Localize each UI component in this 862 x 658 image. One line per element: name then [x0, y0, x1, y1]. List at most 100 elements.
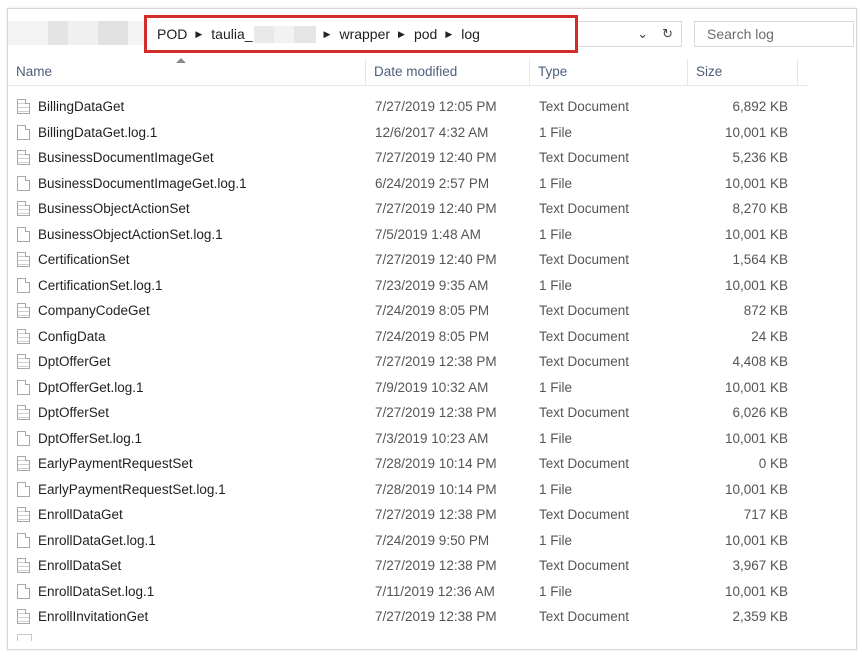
file-row[interactable]: BusinessDocumentImageGet 7/27/2019 12:40 … [8, 145, 856, 171]
file-size: 10,001 KB [724, 175, 788, 191]
file-type: 1 File [539, 226, 573, 242]
file-name-cell: BillingDataGet.log.1 [8, 124, 366, 140]
file-type: Text Document [539, 328, 630, 344]
file-row[interactable]: BillingDataGet.log.1 12/6/2017 4:32 AM 1 F… [8, 120, 856, 146]
search-input[interactable] [707, 26, 847, 42]
file-row[interactable]: DptOfferGet 7/27/2019 12:38 PM Text Docume… [8, 349, 856, 375]
file-row[interactable]: BillingDataGet 7/27/2019 12:05 PM Text Doc… [8, 94, 856, 120]
file-row[interactable]: BusinessDocumentImageGet.log.1 6/24/2019 … [8, 171, 856, 197]
file-date: 7/27/2019 12:38 PM [375, 558, 497, 574]
file-type: Text Document [539, 354, 630, 370]
file-icon [17, 481, 30, 497]
file-size: 8,270 KB [732, 201, 788, 217]
file-type: Text Document [539, 252, 630, 268]
column-header-row: Name Date modified Type Size [8, 58, 808, 86]
search-box[interactable] [694, 21, 854, 47]
refresh-icon[interactable]: ↻ [662, 26, 673, 42]
chevron-right-icon[interactable]: ▶ [445, 29, 452, 40]
text-document-icon [17, 201, 30, 217]
breadcrumb-log[interactable]: log [461, 26, 480, 42]
file-name-cell: EnrollDataGet [8, 507, 366, 523]
file-date: 7/27/2019 12:38 PM [375, 405, 497, 421]
file-row[interactable]: EnrollDataGet 7/27/2019 12:38 PM Text Docu… [8, 502, 856, 528]
text-document-icon [17, 609, 30, 625]
file-size: 6,892 KB [732, 99, 788, 115]
file-date: 7/27/2019 12:38 PM [375, 507, 497, 523]
file-name-cell: CompanyCodeGet [8, 303, 366, 319]
file-name: EarlyPaymentRequestSet [38, 456, 193, 472]
file-row[interactable]: CompanyCodeGet 7/24/2019 8:05 PM Text Docu… [8, 298, 856, 324]
file-name-cell: EnrollDataSet.log.1 [8, 583, 366, 599]
breadcrumb-wrapper[interactable]: wrapper [339, 26, 390, 42]
file-size: 10,001 KB [724, 430, 788, 446]
file-icon [17, 430, 30, 446]
file-row[interactable]: ConfigData 7/24/2019 8:05 PM Text Document… [8, 324, 856, 350]
file-type: Text Document [539, 150, 630, 166]
file-row[interactable]: EarlyPaymentRequestSet 7/28/2019 10:14 PM… [8, 451, 856, 477]
file-row[interactable]: CertificationSet.log.1 7/23/2019 9:35 AM 1… [8, 273, 856, 299]
column-header-type[interactable]: Type [530, 59, 688, 85]
file-name-cell: CertificationSet [8, 252, 366, 268]
file-date: 7/27/2019 12:40 PM [375, 150, 497, 166]
chevron-right-icon[interactable]: ▶ [324, 29, 331, 40]
text-document-icon [17, 252, 30, 268]
file-name: EnrollDataGet [38, 507, 123, 523]
file-date: 7/5/2019 1:48 AM [375, 226, 481, 242]
text-document-icon [17, 456, 30, 472]
file-name-cell: DptOfferGet.log.1 [8, 379, 366, 395]
column-header-name-label: Name [16, 64, 53, 79]
file-row[interactable]: EnrollDataGet.log.1 7/24/2019 9:50 PM 1 Fi… [8, 528, 856, 554]
file-size: 10,001 KB [724, 124, 788, 140]
file-type: 1 File [539, 379, 573, 395]
file-date: 7/28/2019 10:14 PM [375, 481, 497, 497]
chevron-down-icon[interactable]: ⌄ [637, 26, 648, 42]
text-document-icon [17, 405, 30, 421]
file-row[interactable]: EnrollDataSet 7/27/2019 12:38 PM Text Docu… [8, 553, 856, 579]
breadcrumb-pod-root[interactable]: POD [157, 26, 187, 42]
breadcrumb-pod[interactable]: pod [414, 26, 437, 42]
file-row[interactable]: EnrollDataSet.log.1 7/11/2019 12:36 AM 1 F… [8, 579, 856, 605]
file-size: 717 KB [743, 507, 788, 523]
file-row[interactable]: BusinessObjectActionSet.log.1 7/5/2019 1:… [8, 222, 856, 248]
file-date: 7/9/2019 10:32 AM [375, 379, 489, 395]
file-name: BusinessObjectActionSet [38, 201, 190, 217]
file-type: Text Document [539, 201, 630, 217]
file-row[interactable]: DptOfferSet 7/27/2019 12:38 PM Text Docume… [8, 400, 856, 426]
file-name: BillingDataGet [38, 99, 125, 115]
chevron-right-icon[interactable]: ▶ [195, 29, 202, 40]
file-date: 6/24/2019 2:57 PM [375, 175, 490, 191]
file-name: EnrollInvitationGet [38, 609, 149, 625]
redacted-text [253, 25, 316, 43]
chevron-right-icon[interactable]: ▶ [398, 29, 405, 40]
file-name: CertificationSet [38, 252, 130, 268]
column-header-name[interactable]: Name [8, 58, 366, 85]
file-date: 7/3/2019 10:23 AM [375, 430, 489, 446]
file-name: EnrollDataGet.log.1 [38, 532, 156, 548]
breadcrumb-taulia[interactable]: taulia_ [211, 25, 316, 43]
file-date: 7/27/2019 12:40 PM [375, 201, 497, 217]
file-row[interactable]: EnrollInvitationGet 7/27/2019 12:38 PM Tex… [8, 604, 856, 630]
file-type: Text Document [539, 558, 630, 574]
file-name: DptOfferSet [38, 405, 110, 421]
file-icon [17, 532, 30, 548]
file-row[interactable]: DptOfferSet.log.1 7/3/2019 10:23 AM 1 File… [8, 426, 856, 452]
file-size: 3,967 KB [732, 558, 788, 574]
file-size: 10,001 KB [724, 379, 788, 395]
file-date: 7/24/2019 8:05 PM [375, 328, 490, 344]
file-row[interactable]: EarlyPaymentRequestSet.log.1 7/28/2019 10… [8, 477, 856, 503]
file-name-cell: BusinessObjectActionSet.log.1 [8, 226, 366, 242]
column-header-size[interactable]: Size [688, 59, 798, 85]
address-bar[interactable]: POD ▶ taulia_ ▶ wrapper ▶ pod ▶ log [144, 15, 578, 53]
file-date: 7/27/2019 12:40 PM [375, 252, 497, 268]
text-document-icon [17, 558, 30, 574]
redacted-path-area [8, 21, 148, 45]
file-row[interactable]: CertificationSet 7/27/2019 12:40 PM Text D… [8, 247, 856, 273]
file-size: 2,359 KB [732, 609, 788, 625]
file-type: Text Document [539, 507, 630, 523]
file-row[interactable]: BusinessObjectActionSet 7/27/2019 12:40 P… [8, 196, 856, 222]
file-name: BusinessObjectActionSet.log.1 [38, 226, 223, 242]
file-row[interactable]: DptOfferGet.log.1 7/9/2019 10:32 AM 1 File… [8, 375, 856, 401]
column-header-date[interactable]: Date modified [366, 59, 530, 85]
file-name-cell: BusinessObjectActionSet [8, 201, 366, 217]
file-icon [17, 226, 30, 242]
